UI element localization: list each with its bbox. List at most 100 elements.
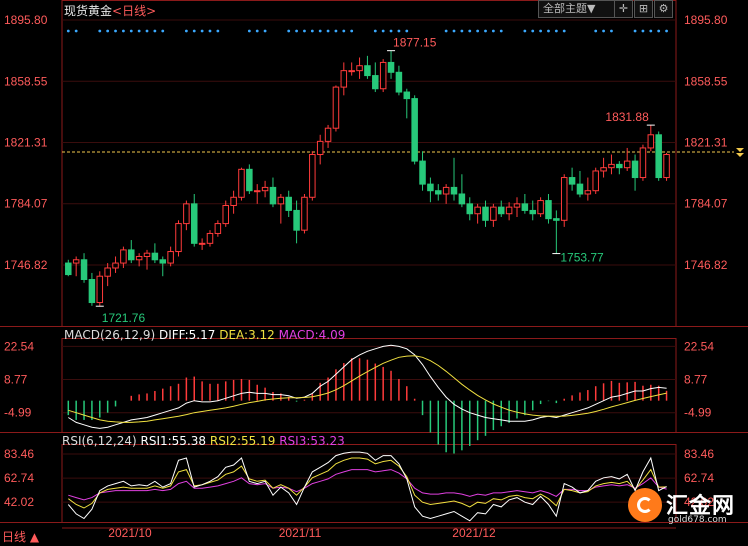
- cycle-dot: [310, 29, 314, 33]
- panel-frame-0: [61, 0, 677, 327]
- candle-body: [65, 262, 72, 276]
- candle-body: [529, 209, 536, 215]
- cycle-dot: [484, 29, 487, 33]
- zoom-icon[interactable]: ⊞: [634, 0, 653, 18]
- candle-body: [277, 196, 285, 205]
- candle-body: [96, 275, 104, 304]
- cycle-dot: [326, 29, 330, 33]
- candle-body: [513, 203, 521, 208]
- candle-body: [309, 154, 316, 198]
- cycle-dot: [114, 29, 117, 33]
- candle-body: [372, 75, 379, 90]
- cycle-dot: [499, 29, 503, 33]
- candle-body: [600, 167, 607, 172]
- candle-body: [88, 279, 96, 304]
- candle-body: [253, 190, 261, 193]
- rsi-title: RSI(6,12,24): [62, 434, 137, 448]
- candle-body: [269, 186, 277, 205]
- candle-body: [379, 61, 387, 90]
- cycle-dot: [208, 29, 212, 33]
- candle-body: [151, 252, 159, 261]
- candle-body: [545, 200, 552, 220]
- rsi-tick-right: 83.46: [684, 447, 714, 461]
- price-tick-left: 1858.55: [4, 74, 48, 88]
- period-label[interactable]: <日线>: [112, 4, 156, 18]
- site-logo: 汇金网 gold678.com: [628, 484, 748, 528]
- cycle-dot: [405, 29, 409, 33]
- candle-body: [419, 160, 426, 185]
- high-label: 1877.15: [393, 36, 437, 50]
- cycle-dot: [74, 29, 78, 33]
- candle-body: [568, 177, 576, 185]
- candle-body: [324, 127, 332, 142]
- candle-body: [135, 255, 143, 261]
- candle-body: [246, 168, 253, 192]
- cycle-dot: [334, 29, 338, 33]
- macd-tick-left: 8.77: [4, 373, 28, 387]
- candle-body: [411, 98, 418, 162]
- candle-body: [222, 205, 229, 225]
- cycle-dot: [657, 29, 661, 33]
- cycle-dot: [602, 29, 605, 33]
- cycle-dot: [122, 29, 125, 33]
- cycle-dot: [539, 29, 543, 33]
- candle-body: [490, 206, 497, 221]
- candle-body: [505, 206, 513, 215]
- candle-body: [183, 203, 190, 225]
- cycle-dot: [389, 29, 393, 33]
- crosshair-icon[interactable]: ✛: [614, 0, 633, 18]
- cycle-dot: [129, 29, 133, 33]
- cycle-dot: [665, 29, 668, 33]
- price-tick-right: 1821.31: [684, 136, 728, 150]
- candle-body: [206, 232, 214, 244]
- theme-select-button[interactable]: 全部主题▼: [538, 0, 616, 18]
- rsi-tick-left: 83.46: [4, 447, 34, 461]
- footer-period: 日线: [2, 530, 27, 544]
- candle-body: [474, 206, 481, 215]
- price-tick-left: 1784.07: [4, 197, 48, 211]
- candle-body: [560, 177, 568, 221]
- price-tick-right: 1858.55: [684, 74, 728, 88]
- cycle-dot: [444, 29, 448, 33]
- cycle-dot: [161, 29, 165, 33]
- cycle-dot: [397, 29, 401, 33]
- cycle-dot: [649, 29, 653, 33]
- cycle-dot: [342, 29, 346, 33]
- candle-body: [230, 196, 237, 207]
- cycle-dot: [287, 29, 291, 33]
- cycle-dot: [98, 29, 102, 33]
- candle-body: [553, 218, 560, 221]
- cycle-dot: [255, 29, 259, 33]
- logo-subtext: gold678.com: [668, 515, 727, 525]
- candle-body: [285, 196, 292, 211]
- cycle-dot: [247, 29, 251, 33]
- panel-frame-2: [61, 444, 677, 523]
- candle-body: [616, 163, 623, 169]
- macd-dea-value: DEA:3.12: [219, 328, 275, 342]
- candle-body: [175, 223, 182, 253]
- candle-body: [403, 91, 411, 100]
- cycle-dot: [547, 29, 550, 33]
- cycle-dot: [610, 29, 613, 33]
- candle-body: [261, 186, 269, 192]
- price-tick-left: 1746.82: [4, 258, 48, 272]
- candle-body: [190, 203, 198, 244]
- price-tick-left: 1821.31: [4, 136, 48, 150]
- price-marker-icon: [736, 148, 744, 158]
- candle-body: [159, 259, 167, 264]
- logo-icon: [628, 488, 662, 522]
- candle-body: [72, 259, 80, 264]
- cycle-dot: [192, 29, 196, 33]
- cycle-dot: [373, 29, 377, 33]
- rsi-tick-left: 42.02: [4, 495, 34, 509]
- footer-arrow: ▲: [29, 530, 40, 544]
- candle-body: [104, 267, 111, 277]
- period-footer[interactable]: 日线 ▲: [2, 528, 39, 545]
- candle-body: [364, 65, 371, 77]
- settings-icon[interactable]: ⚙: [654, 0, 673, 18]
- candle-body: [167, 251, 174, 264]
- cycle-dot: [381, 29, 385, 33]
- candle-body: [663, 154, 670, 179]
- cycle-dot: [531, 29, 535, 33]
- cycle-dot: [153, 29, 157, 33]
